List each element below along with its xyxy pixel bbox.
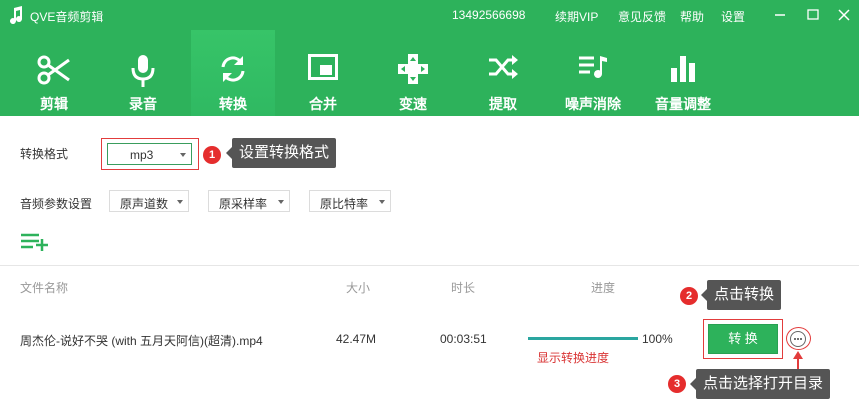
progress-text: 100% bbox=[642, 332, 673, 346]
bitrate-select[interactable]: 原比特率 bbox=[309, 190, 391, 212]
tool-denoise[interactable]: 噪声消除 bbox=[551, 30, 635, 116]
chevron-down-icon bbox=[180, 153, 186, 157]
chevron-down-icon bbox=[177, 200, 183, 204]
add-files-icon[interactable] bbox=[21, 233, 49, 251]
feedback-link[interactable]: 意见反馈 bbox=[618, 8, 666, 25]
sample-rate-value: 原采样率 bbox=[219, 197, 268, 211]
chevron-down-icon bbox=[379, 200, 385, 204]
file-name: 周杰伦-说好不哭 (with 五月天阿信)(超清).mp4 bbox=[20, 334, 263, 348]
tool-label: 噪声消除 bbox=[565, 96, 621, 112]
tool-label: 剪辑 bbox=[40, 96, 68, 112]
header-size: 大小 bbox=[346, 281, 371, 295]
convert-icon bbox=[221, 56, 245, 82]
channels-value: 原声道数 bbox=[120, 197, 169, 211]
title-bar: QVE音频剪辑 13492566698 续期VIP 意见反馈 帮助 设置 bbox=[0, 0, 859, 30]
tool-label: 转换 bbox=[219, 96, 247, 112]
tool-volume[interactable]: 音量调整 bbox=[641, 30, 725, 116]
chevron-down-icon bbox=[278, 200, 284, 204]
help-link[interactable]: 帮助 bbox=[680, 8, 704, 25]
file-size: 42.47M bbox=[336, 332, 377, 346]
tool-extract[interactable]: 提取 bbox=[461, 30, 545, 116]
tool-label: 合并 bbox=[309, 96, 337, 112]
progress-bar bbox=[528, 337, 638, 340]
channels-select[interactable]: 原声道数 bbox=[109, 190, 189, 212]
format-select[interactable]: mp3 bbox=[107, 143, 192, 165]
divider bbox=[0, 265, 859, 266]
tool-cut[interactable]: 剪辑 bbox=[12, 30, 96, 116]
volume-bars-icon bbox=[671, 56, 695, 82]
tool-label: 录音 bbox=[129, 96, 157, 112]
minimize-icon[interactable] bbox=[770, 5, 790, 25]
close-icon[interactable] bbox=[834, 5, 854, 25]
maximize-icon[interactable] bbox=[803, 5, 823, 25]
progress-fill bbox=[528, 337, 638, 340]
speed-icon bbox=[398, 54, 428, 84]
scissors-icon bbox=[37, 55, 70, 85]
header-name: 文件名称 bbox=[20, 281, 69, 295]
format-value: mp3 bbox=[130, 148, 154, 162]
step-badge-3: 3 bbox=[668, 375, 686, 393]
format-label: 转换格式 bbox=[20, 147, 69, 161]
tool-label: 音量调整 bbox=[655, 96, 711, 112]
tool-label: 提取 bbox=[489, 96, 517, 112]
user-phone[interactable]: 13492566698 bbox=[452, 8, 525, 22]
step-badge-1: 1 bbox=[203, 146, 221, 164]
tool-speed[interactable]: 变速 bbox=[371, 30, 455, 116]
music-list-icon bbox=[579, 56, 607, 78]
header-duration: 时长 bbox=[451, 281, 476, 295]
callout-set-format: 设置转换格式 bbox=[225, 138, 337, 168]
function-toolbar: 剪辑 录音 转换 合并 变速 提取 噪声消除 音量调整 bbox=[0, 30, 859, 116]
tool-merge[interactable]: 合并 bbox=[281, 30, 365, 116]
merge-icon bbox=[308, 54, 338, 80]
music-note-icon bbox=[10, 6, 23, 24]
callout-click-convert: 点击转换 bbox=[700, 280, 782, 310]
bitrate-value: 原比特率 bbox=[320, 197, 369, 211]
app-title: QVE音频剪辑 bbox=[30, 10, 104, 24]
progress-note: 显示转换进度 bbox=[537, 351, 610, 365]
header-progress: 进度 bbox=[591, 281, 616, 295]
highlight-ellipse bbox=[786, 327, 811, 350]
tool-record[interactable]: 录音 bbox=[101, 30, 185, 116]
file-duration: 00:03:51 bbox=[440, 332, 487, 346]
audio-params-label: 音频参数设置 bbox=[20, 197, 93, 211]
shuffle-icon bbox=[489, 55, 518, 79]
settings-link[interactable]: 设置 bbox=[721, 8, 745, 25]
tool-convert[interactable]: 转换 bbox=[191, 30, 275, 116]
sample-rate-select[interactable]: 原采样率 bbox=[208, 190, 290, 212]
tool-label: 变速 bbox=[399, 96, 427, 112]
step-badge-2: 2 bbox=[680, 287, 698, 305]
vip-renew-link[interactable]: 续期VIP bbox=[555, 8, 598, 25]
convert-button[interactable]: 转 换 bbox=[708, 324, 778, 354]
microphone-icon bbox=[131, 55, 155, 87]
callout-open-folder: 点击选择打开目录 bbox=[689, 369, 831, 399]
